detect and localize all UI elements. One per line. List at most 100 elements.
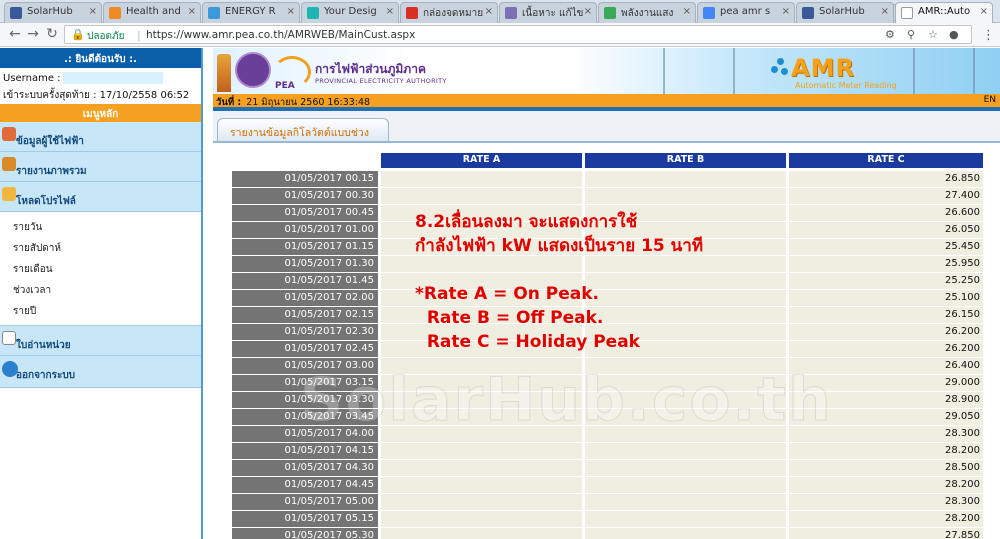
browser-tab[interactable]: กล่องจดหมาย ×	[400, 2, 498, 23]
sidebar-item-load-profile[interactable]: โหลดโปรไฟล์	[0, 182, 201, 212]
cell-rate-b	[585, 511, 786, 527]
row-timestamp: 01/05/2017 02.15	[232, 307, 378, 323]
cell-rate-c: 27.400	[789, 188, 983, 204]
browser-tab-strip: – ❐ ✕ SolarHub×Health and×ENERGY R×Your …	[0, 0, 1000, 23]
sidebar-item-label: ใบอ่านหน่วย	[16, 340, 71, 351]
tab-close-icon[interactable]: ×	[782, 6, 790, 17]
sidebar-item-usage[interactable]: ข้อมูลผู้ใช้ไฟฟ้า	[0, 122, 201, 152]
browser-tab[interactable]: Health and ×	[103, 2, 201, 23]
power-icon	[2, 361, 18, 377]
browser-tab[interactable]: AMR::Auto ×	[895, 2, 993, 23]
sidebar-item-logout[interactable]: ออกจากระบบ	[0, 356, 201, 388]
annotation-line	[415, 258, 703, 282]
cell-rate-c: 28.900	[789, 392, 983, 408]
column-header-rate-c: RATE C	[789, 153, 983, 168]
cell-rate-b	[585, 460, 786, 476]
cell-rate-b	[585, 494, 786, 510]
facebook-icon	[802, 7, 814, 19]
browser-tab[interactable]: ENERGY R ×	[202, 2, 300, 23]
bookmark-star-icon[interactable]: ☆	[928, 28, 938, 41]
cell-rate-b	[585, 528, 786, 539]
tab-close-icon[interactable]: ×	[386, 6, 394, 17]
facebook-icon	[10, 7, 22, 19]
username-row: Username :	[0, 68, 201, 85]
browser-tab-label: AMR::Auto	[918, 6, 971, 17]
main-menu-header: เมนูหลัก	[0, 104, 201, 122]
row-timestamp: 01/05/2017 03.30	[232, 392, 378, 408]
pea-english-name: PROVINCIAL ELECTRICITY AUTHORITY	[315, 77, 447, 85]
cell-rate-a	[381, 460, 582, 476]
cell-rate-a	[381, 511, 582, 527]
extension-icon[interactable]: ⚙	[885, 28, 895, 41]
browser-tab[interactable]: พลังงานแสง ×	[598, 2, 696, 23]
cell-rate-a	[381, 375, 582, 391]
username-label: Username :	[3, 73, 61, 84]
annotation-overlay: 8.2เลื่อนลงมา จะแสดงการใช้ กำลังไฟฟ้า kW …	[415, 210, 703, 354]
row-timestamp: 01/05/2017 03.15	[232, 375, 378, 391]
language-toggle[interactable]: EN	[984, 95, 996, 105]
tab-close-icon[interactable]: ×	[683, 6, 691, 17]
tower-logo-icon	[217, 54, 231, 92]
address-bar[interactable]: 🔒 ปลอดภัย | https://www.amr.pea.co.th/AM…	[64, 25, 972, 44]
cell-rate-b	[585, 477, 786, 493]
url-text[interactable]: https://www.amr.pea.co.th/AMRWEB/MainCus…	[146, 29, 415, 41]
load-profile-submenu: รายวัน รายสัปดาห์ รายเดือน ช่วงเวลา รายป…	[0, 212, 201, 326]
cell-rate-b	[585, 443, 786, 459]
cell-rate-b	[585, 392, 786, 408]
cell-rate-a	[381, 392, 582, 408]
document-icon	[901, 7, 913, 19]
sidebar-item-bill[interactable]: ใบอ่านหน่วย	[0, 326, 201, 356]
tab-close-icon[interactable]: ×	[584, 6, 592, 17]
cell-rate-c: 26.200	[789, 341, 983, 357]
cell-rate-c: 28.200	[789, 443, 983, 459]
browser-tab[interactable]: เนื้อหาะ แก้ไข ×	[499, 2, 597, 23]
browser-tab[interactable]: SolarHub ×	[796, 2, 894, 23]
submenu-weekly[interactable]: รายสัปดาห์	[0, 238, 201, 259]
cell-rate-c: 26.200	[789, 324, 983, 340]
extension-puzzle-icon[interactable]: ●	[949, 28, 959, 41]
tab-close-icon[interactable]: ×	[980, 6, 988, 17]
cell-rate-c: 26.400	[789, 358, 983, 374]
row-timestamp: 01/05/2017 05.15	[232, 511, 378, 527]
pea-seal-icon	[235, 52, 271, 88]
submenu-yearly[interactable]: รายปี	[0, 301, 201, 322]
reload-icon[interactable]: ↻	[43, 26, 61, 42]
cell-rate-c: 29.000	[789, 375, 983, 391]
back-icon[interactable]: ←	[6, 26, 24, 42]
submenu-period[interactable]: ช่วงเวลา	[0, 280, 201, 301]
tab-close-icon[interactable]: ×	[881, 6, 889, 17]
gmail-icon	[406, 7, 418, 19]
browser-tab[interactable]: pea amr s ×	[697, 2, 795, 23]
browser-tab-label: ENERGY R	[225, 6, 276, 17]
sidebar-item-label: ข้อมูลผู้ใช้ไฟฟ้า	[16, 136, 84, 147]
row-timestamp: 01/05/2017 01.15	[232, 239, 378, 255]
secure-label: ปลอดภัย	[87, 31, 125, 42]
tab-kw-period-report[interactable]: รายงานข้อมูลกิโลวัตต์แบบช่วงเวลา	[217, 118, 389, 156]
browser-menu-icon[interactable]: ⋮	[982, 28, 995, 43]
forward-icon[interactable]: →	[24, 26, 42, 42]
tab-close-icon[interactable]: ×	[287, 6, 295, 17]
submenu-daily[interactable]: รายวัน	[0, 217, 201, 238]
browser-tab[interactable]: Your Desig ×	[301, 2, 399, 23]
tab-close-icon[interactable]: ×	[485, 6, 493, 17]
sidebar-item-overview[interactable]: รายงานภาพรวม	[0, 152, 201, 182]
sidebar: .: ยินดีต้อนรับ :. Username : เข้าระบบคร…	[0, 48, 203, 539]
pylon-decoration	[663, 48, 665, 94]
tab-close-icon[interactable]: ×	[89, 6, 97, 17]
browser-tab-label: Health and	[126, 6, 181, 17]
column-header-rate-b: RATE B	[585, 153, 786, 168]
browser-tab[interactable]: SolarHub ×	[4, 2, 102, 23]
tab-close-icon[interactable]: ×	[188, 6, 196, 17]
row-timestamp: 01/05/2017 04.30	[232, 460, 378, 476]
row-timestamp: 01/05/2017 04.45	[232, 477, 378, 493]
cell-rate-a	[381, 188, 582, 204]
browser-tab-label: SolarHub	[819, 6, 865, 17]
amr-logo: AMR	[791, 54, 855, 82]
sidebar-item-label: ออกจากระบบ	[16, 370, 76, 381]
cell-rate-a	[381, 409, 582, 425]
zoom-search-icon[interactable]: ⚲	[907, 28, 915, 41]
google-icon	[703, 7, 715, 19]
submenu-monthly[interactable]: รายเดือน	[0, 259, 201, 280]
green-site-icon	[604, 7, 616, 19]
date-bar: วันที่ :21 มิถุนายน 2560 16:33:48 EN	[213, 94, 1000, 108]
